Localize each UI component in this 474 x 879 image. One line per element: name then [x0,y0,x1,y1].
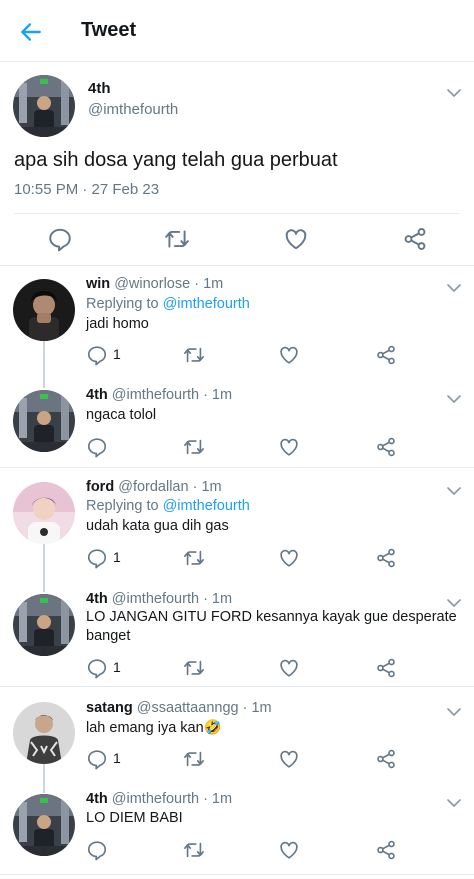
main-tweet: 4th @imthefourth apa sih dosa yang telah… [0,63,474,266]
like-icon[interactable] [278,344,300,366]
divider [0,874,474,875]
share-icon[interactable] [375,839,397,861]
avatar[interactable] [13,279,75,341]
reply-text: udah kata gua dih gas [86,518,229,534]
author-name[interactable]: win [86,276,110,292]
like-icon[interactable] [278,748,300,770]
reply-header: 4th @imthefourth · 1m [86,387,232,403]
reply-icon[interactable] [86,547,108,569]
tweet-actions [0,226,474,252]
reply-time: · 1m [203,591,233,607]
like-icon[interactable] [278,547,300,569]
author-handle[interactable]: @imthefourth [88,101,178,118]
author-handle[interactable]: @ssaattaanngg [137,700,239,716]
reply-header: ford @fordallan · 1m [86,479,222,495]
arrow-left-icon [21,23,41,41]
author-name[interactable]: 4th [86,791,108,807]
reply-actions [0,436,474,458]
share-icon[interactable] [375,344,397,366]
chevron-down-icon[interactable] [446,797,462,809]
reply-count: 1 [113,549,121,565]
divider [14,213,460,214]
reply-actions [0,839,474,861]
share-icon[interactable] [402,226,428,252]
author-handle[interactable]: @imthefourth [112,591,199,607]
reply-text: jadi homo [86,316,149,332]
tweet-text: apa sih dosa yang telah gua perbuat [14,149,338,171]
mention-link[interactable]: @imthefourth [163,498,250,514]
replying-label: Replying to [86,498,159,514]
retweet-icon[interactable] [183,436,205,458]
share-icon[interactable] [375,748,397,770]
replying-label: Replying to [86,296,159,312]
avatar[interactable] [13,75,75,137]
retweet-icon[interactable] [183,839,205,861]
author-name[interactable]: 4th [88,80,111,97]
author-name[interactable]: 4th [86,591,108,607]
author-name[interactable]: 4th [86,387,108,403]
avatar[interactable] [13,482,75,544]
share-icon[interactable] [375,436,397,458]
retweet-icon[interactable] [183,657,205,679]
reply-text: lah emang iya kan🤣 [86,720,222,736]
reply-time: · 1m [203,791,233,807]
reply-time: · 1m [203,387,233,403]
reply-header: win @winorlose · 1m [86,276,223,292]
author-name[interactable]: ford [86,479,114,495]
retweet-icon[interactable] [183,547,205,569]
retweet-icon[interactable] [183,748,205,770]
reply-icon[interactable] [86,657,108,679]
reply-header: 4th @imthefourth · 1m [86,791,232,807]
reply-count: 1 [113,659,121,675]
reply-time: · 1m [192,479,222,495]
retweet-icon[interactable] [183,344,205,366]
mention-link[interactable]: @imthefourth [163,296,250,312]
author-handle[interactable]: @winorlose [114,276,190,292]
replying-to: Replying to @imthefourth [86,498,250,514]
reply-header: satang @ssaattaanngg · 1m [86,700,272,716]
divider [0,467,474,468]
reply-header: 4th @imthefourth · 1m [86,591,232,607]
reply-text: LO DIEM BABI [86,810,183,826]
like-icon[interactable] [278,839,300,861]
reply-text: LO JANGAN GITU FORD kesannya kayak gue d… [86,609,457,644]
divider [0,686,474,687]
tweet-timestamp: 10:55 PM · 27 Feb 23 [14,181,160,198]
chevron-down-icon[interactable] [446,706,462,718]
chevron-down-icon[interactable] [446,282,462,294]
author-handle[interactable]: @imthefourth [112,791,199,807]
reply-actions: 1 [0,748,474,770]
reply-text: ngaca tolol [86,407,157,423]
author-name[interactable]: satang [86,700,133,716]
reply-icon[interactable] [86,748,108,770]
replying-to: Replying to @imthefourth [86,296,250,312]
reply-icon[interactable] [86,839,108,861]
avatar[interactable] [13,594,75,656]
reply-actions: 1 [0,657,474,679]
like-icon[interactable] [283,226,309,252]
author-handle[interactable]: @fordallan [118,479,188,495]
reply-actions: 1 [0,344,474,366]
author-handle[interactable]: @imthefourth [112,387,199,403]
share-icon[interactable] [375,547,397,569]
reply-count: 1 [113,346,121,362]
chevron-down-icon[interactable] [446,485,462,497]
reply-count: 1 [113,750,121,766]
page-title: Tweet [81,19,137,41]
reply-icon[interactable] [86,436,108,458]
retweet-icon[interactable] [164,226,190,252]
chevron-down-icon[interactable] [446,393,462,405]
reply-time: · 1m [242,700,272,716]
reply-icon[interactable] [86,344,108,366]
back-button[interactable] [18,19,44,45]
reply-time: · 1m [194,276,224,292]
share-icon[interactable] [375,657,397,679]
reply-icon[interactable] [47,226,73,252]
chevron-down-icon[interactable] [446,87,462,99]
top-bar: Tweet [0,0,474,62]
like-icon[interactable] [278,657,300,679]
reply-actions: 1 [0,547,474,569]
like-icon[interactable] [278,436,300,458]
